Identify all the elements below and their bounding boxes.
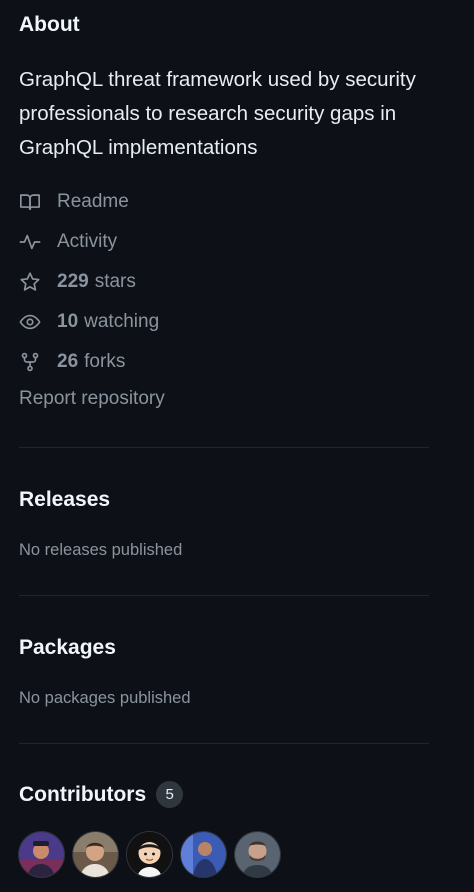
eye-icon — [19, 311, 41, 333]
contributors-header: Contributors 5 — [19, 781, 184, 808]
contributors-heading[interactable]: Contributors — [19, 782, 146, 808]
fork-icon — [19, 351, 41, 373]
activity-link[interactable]: Activity — [19, 222, 429, 262]
packages-heading[interactable]: Packages — [19, 635, 116, 661]
book-icon — [19, 191, 41, 213]
repo-description: GraphQL threat framework used by securit… — [19, 68, 416, 159]
activity-label: Activity — [57, 231, 118, 252]
forks-label: forks — [84, 351, 126, 372]
pulse-icon — [19, 231, 41, 253]
stars-count: 229 — [57, 271, 89, 292]
contributor-avatar-1[interactable] — [19, 832, 64, 877]
contributors-avatars — [19, 832, 280, 877]
contributors-count-badge: 5 — [156, 781, 184, 808]
releases-empty-text: No releases published — [19, 541, 183, 559]
report-repository-link[interactable]: Report repository — [19, 388, 165, 410]
about-heading: About — [19, 13, 80, 36]
contributor-avatar-4[interactable] — [181, 832, 226, 877]
watchers-label: watching — [84, 311, 160, 332]
contributor-avatar-3[interactable] — [127, 832, 172, 877]
stars-label: stars — [94, 271, 136, 292]
readme-label: Readme — [57, 191, 129, 212]
readme-link[interactable]: Readme — [19, 182, 429, 222]
contributor-avatar-5[interactable] — [235, 832, 280, 877]
contributor-avatar-2[interactable] — [73, 832, 118, 877]
forks-count: 26 — [57, 351, 79, 372]
watchers-link[interactable]: 10 watching — [19, 302, 429, 342]
about-meta-list: Readme Activity 229 stars 10 watching 26… — [19, 182, 429, 382]
divider — [19, 595, 429, 596]
releases-heading[interactable]: Releases — [19, 487, 110, 513]
star-icon — [19, 271, 41, 293]
divider — [19, 447, 429, 448]
stars-link[interactable]: 229 stars — [19, 262, 429, 302]
packages-empty-text: No packages published — [19, 689, 191, 707]
watchers-count: 10 — [57, 311, 79, 332]
divider — [19, 743, 429, 744]
forks-link[interactable]: 26 forks — [19, 342, 429, 382]
